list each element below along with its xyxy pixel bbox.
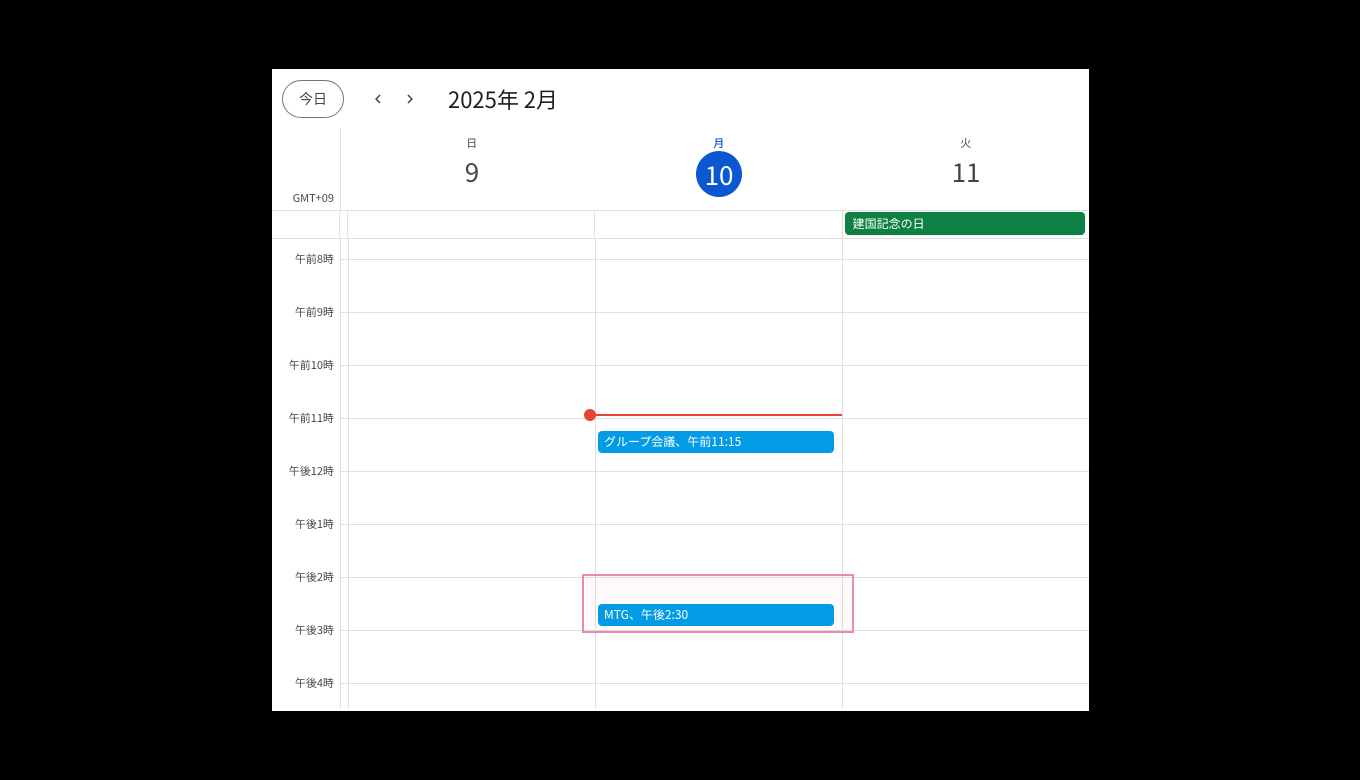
time-gutter: 午前8時午前9時午前10時午前11時午後12時午後1時午後2時午後3時午後4時 [272,239,340,709]
chevron-left-icon [369,90,387,108]
hour-line [596,524,842,525]
day-column-mon[interactable]: グループ会議、午前11:15 MTG、午後2:30 [595,239,842,709]
day-header-sun[interactable]: 日 9 [348,129,595,210]
hour-line [341,524,348,525]
day-number: 11 [843,153,1089,190]
hour-line [341,418,348,419]
dow-label: 火 [843,135,1089,151]
hour-line [843,683,1089,684]
now-indicator [590,414,842,416]
allday-gutter [272,211,340,238]
next-button[interactable] [396,85,424,113]
time-label: 午前11時 [289,410,334,426]
hour-line [349,418,595,419]
hour-line [349,312,595,313]
allday-cell-mon[interactable] [595,211,842,238]
hour-line [843,365,1089,366]
day-number: 9 [349,153,595,190]
gutter-spacer [340,129,348,210]
time-label: 午後12時 [289,463,334,479]
dow-label: 月 [596,135,842,151]
hour-line [843,312,1089,313]
time-label: 午後2時 [295,569,334,585]
hour-line [341,365,348,366]
allday-cell-sun[interactable] [348,211,595,238]
hour-line [349,630,595,631]
gutter-spacer-col [340,239,348,709]
dow-label: 日 [349,135,595,151]
today-button[interactable]: 今日 [282,80,344,118]
hour-line [349,471,595,472]
calendar-window: 今日 2025年 2月 GMT+09 日 9 月 10 火 11 [272,69,1089,711]
date-title: 2025年 2月 [448,83,558,115]
day-header-tue[interactable]: 火 11 [842,129,1089,210]
allday-event-holiday[interactable]: 建国記念の日 [845,212,1085,235]
hour-line [349,577,595,578]
columns-header: GMT+09 日 9 月 10 火 11 [272,129,1089,211]
hour-line [843,471,1089,472]
time-label: 午前8時 [295,251,334,267]
time-label: 午後4時 [295,675,334,691]
hour-line [596,418,842,419]
timezone-gutter: GMT+09 [272,129,340,210]
hour-line [349,259,595,260]
hour-line [596,471,842,472]
day-header-mon[interactable]: 月 10 [595,129,842,210]
hour-line [341,471,348,472]
hour-line [843,630,1089,631]
hour-line [341,312,348,313]
time-label: 午後3時 [295,622,334,638]
chevron-right-icon [401,90,419,108]
day-column-sun[interactable] [348,239,595,709]
time-label: 午前9時 [295,304,334,320]
now-indicator-dot [584,409,596,421]
prev-button[interactable] [364,85,392,113]
hour-line [843,259,1089,260]
hour-line [596,577,842,578]
grid-inner: 午前8時午前9時午前10時午前11時午後12時午後1時午後2時午後3時午後4時 … [272,239,1089,709]
hour-line [341,630,348,631]
calendar-header: 今日 2025年 2月 [272,69,1089,129]
timezone-label: GMT+09 [293,190,334,206]
hour-line [596,683,842,684]
hour-line [341,683,348,684]
hour-line [843,577,1089,578]
allday-cell-tue[interactable]: 建国記念の日 [843,211,1089,238]
hour-line [349,683,595,684]
time-label: 午後1時 [295,516,334,532]
hour-line [596,259,842,260]
hour-line [349,524,595,525]
grid-body: 午前8時午前9時午前10時午前11時午後12時午後1時午後2時午後3時午後4時 … [272,239,1089,709]
day-number: 10 [696,151,742,197]
hour-line [349,365,595,366]
hour-line [843,524,1089,525]
allday-spacer [340,211,348,238]
hour-line [341,577,348,578]
hour-line [341,259,348,260]
hour-line [843,418,1089,419]
time-label: 午前10時 [289,357,334,373]
event-mtg[interactable]: MTG、午後2:30 [598,604,834,626]
nav-arrows [364,85,424,113]
allday-row: 建国記念の日 [272,211,1089,239]
day-column-tue[interactable] [842,239,1089,709]
hour-line [596,630,842,631]
hour-line [596,312,842,313]
event-group-meeting[interactable]: グループ会議、午前11:15 [598,431,834,453]
hour-line [596,365,842,366]
